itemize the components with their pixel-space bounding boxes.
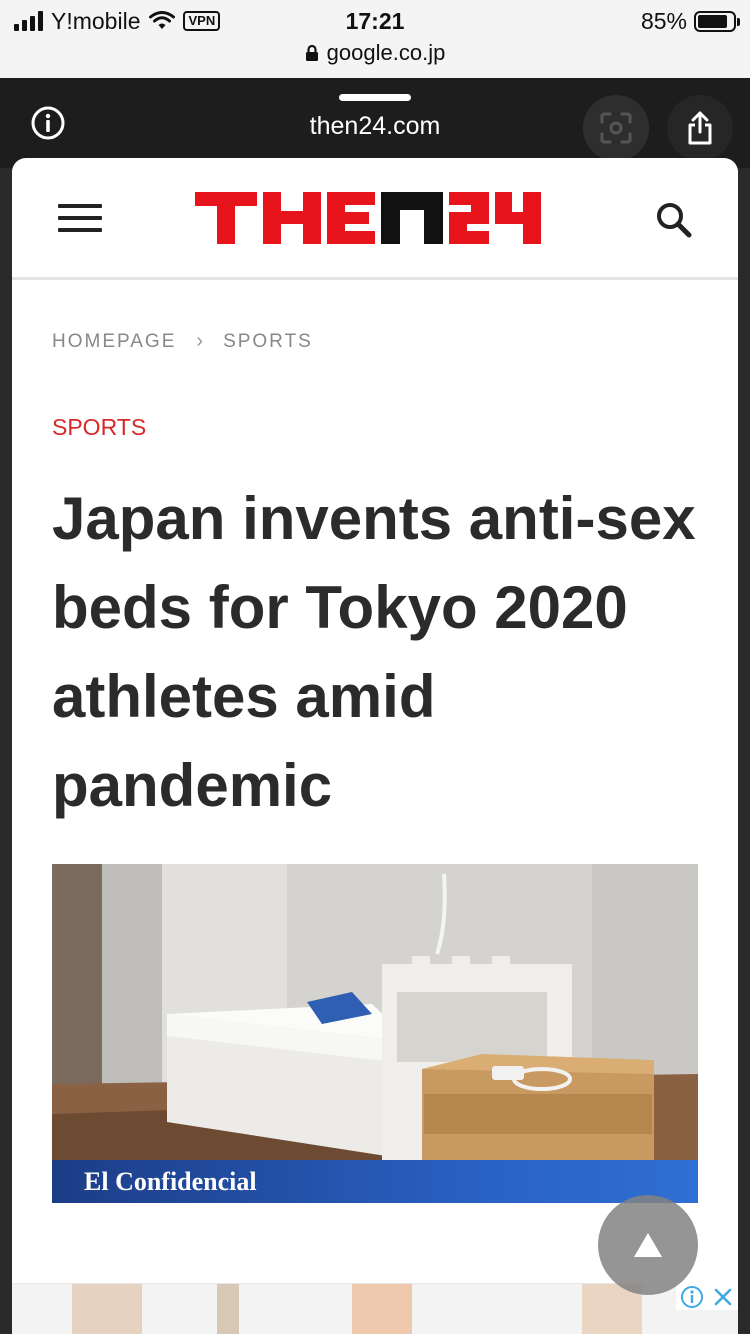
breadcrumb: HOMEPAGE › SPORTS — [52, 330, 313, 353]
triangle-up-icon — [634, 1233, 662, 1257]
article-headline: Japan invents anti-sex beds for Tokyo 20… — [52, 485, 696, 819]
hamburger-icon[interactable] — [58, 204, 102, 234]
lens-button[interactable] — [583, 95, 649, 161]
address-bar[interactable]: google.co.jp — [0, 40, 750, 66]
scroll-to-top-button[interactable] — [598, 1195, 698, 1295]
share-icon — [688, 111, 712, 145]
battery-fill — [698, 14, 727, 28]
breadcrumb-separator: › — [196, 330, 204, 352]
address-text: google.co.jp — [326, 40, 446, 65]
lock-icon — [305, 44, 318, 61]
bed-photo — [52, 864, 698, 1160]
image-caption: El Confidencial — [84, 1167, 257, 1196]
web-page: HOMEPAGE › SPORTS SPORTS Japan invents a… — [12, 158, 738, 1334]
battery-percent: 85% — [640, 7, 687, 34]
clock: 17:21 — [345, 8, 405, 34]
ad-controls — [676, 1283, 738, 1310]
status-right: 85% — [640, 7, 740, 34]
ad-info-icon[interactable] — [680, 1285, 704, 1309]
site-logo[interactable] — [195, 188, 541, 248]
status-bar: Y!mobile VPN 17:21 85% google.co.jp — [0, 0, 750, 78]
lens-icon — [600, 112, 632, 144]
category-label[interactable]: SPORTS — [52, 414, 146, 441]
article-image: El Confidencial — [52, 864, 698, 1203]
share-button[interactable] — [667, 95, 733, 161]
search-icon[interactable] — [654, 200, 694, 240]
breadcrumb-home[interactable]: HOMEPAGE — [52, 331, 176, 353]
close-icon[interactable] — [712, 1286, 734, 1308]
sheet-grabber[interactable] — [339, 94, 411, 101]
battery-icon — [694, 10, 740, 32]
breadcrumb-section[interactable]: SPORTS — [223, 331, 313, 353]
site-header — [12, 158, 738, 280]
image-caption-bar: El Confidencial — [52, 1160, 698, 1203]
